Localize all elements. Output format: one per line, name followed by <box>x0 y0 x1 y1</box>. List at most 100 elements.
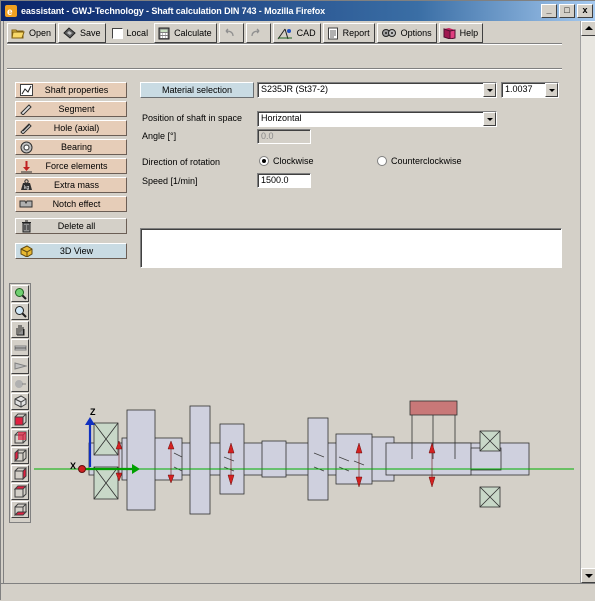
zoom-fit-button[interactable] <box>11 285 29 302</box>
shaft-properties-label: Shaft properties <box>44 85 109 95</box>
chevron-down-icon[interactable] <box>545 83 558 97</box>
speed-input[interactable]: 1500.0 <box>257 173 311 188</box>
shaft-hub[interactable] <box>261 440 287 478</box>
minimize-button[interactable]: _ <box>541 4 557 18</box>
clockwise-radio-dot[interactable] <box>259 156 269 166</box>
view-top-icon <box>13 485 27 498</box>
view-right-icon <box>14 467 26 480</box>
material-number-select[interactable]: 1.0037 <box>501 82 559 98</box>
shaft-hub[interactable] <box>219 423 245 495</box>
message-area[interactable] <box>140 228 562 268</box>
force-elements-button[interactable]: Force elements <box>15 158 127 174</box>
view-3-button[interactable] <box>11 375 29 392</box>
pan-button[interactable] <box>11 321 29 338</box>
cube-3d-icon <box>20 245 32 257</box>
shaft-hub[interactable] <box>307 417 329 501</box>
speed-label: Speed [1/min] <box>142 176 198 186</box>
z-axis-label: Z <box>90 407 96 417</box>
calculate-label: Calculate <box>174 28 212 38</box>
undo-button[interactable] <box>218 23 244 43</box>
chart-icon <box>19 84 33 96</box>
view-3d-button[interactable]: 3D View <box>15 243 127 259</box>
calculator-icon <box>158 27 170 39</box>
eassistant-logo-icon: e <box>5 5 17 18</box>
view-iso-button[interactable] <box>11 393 29 410</box>
view-bottom-button[interactable] <box>11 501 29 518</box>
chevron-down-icon[interactable] <box>483 112 496 126</box>
position-select[interactable]: Horizontal <box>257 111 497 127</box>
force-elements-label: Force elements <box>45 161 108 171</box>
open-button[interactable]: Open <box>7 23 57 43</box>
view-left-button[interactable] <box>11 447 29 464</box>
local-checkbox-box[interactable] <box>111 27 123 39</box>
close-button[interactable]: x <box>577 4 593 18</box>
redo-button[interactable] <box>245 23 271 43</box>
shaft-hub[interactable] <box>126 409 156 511</box>
calculate-button[interactable]: Calculate <box>154 23 217 43</box>
hole-axial-label: Hole (axial) <box>53 123 100 133</box>
shaft-hub[interactable] <box>189 405 211 515</box>
options-icon <box>381 29 396 37</box>
scroll-up-button[interactable] <box>581 21 595 36</box>
x-axis-label: X <box>70 461 76 471</box>
notch-effect-label: Notch effect <box>52 199 101 209</box>
bearing-label: Bearing <box>60 142 93 152</box>
force-arrow[interactable] <box>428 476 436 488</box>
cad-label: CAD <box>296 28 316 38</box>
bearing-button[interactable]: Bearing <box>15 139 127 155</box>
segment-icon <box>20 104 32 115</box>
delete-all-button[interactable]: Delete all <box>15 218 127 234</box>
maximize-button[interactable]: □ <box>559 4 575 18</box>
shaft-properties-button[interactable]: Shaft properties <box>15 82 127 98</box>
view-front-button[interactable] <box>11 411 29 428</box>
view-right-button[interactable] <box>11 465 29 482</box>
material-selection-button[interactable]: Material selection <box>140 82 254 98</box>
hole-axial-button[interactable]: Hole (axial) <box>15 120 127 136</box>
help-button[interactable]: Help <box>438 23 484 43</box>
options-button[interactable]: Options <box>376 23 437 43</box>
view-top-button[interactable] <box>11 483 29 500</box>
shaft-hub[interactable] <box>385 442 472 476</box>
pan-hand-icon <box>16 325 25 336</box>
origin-point <box>78 465 86 473</box>
view-1-button[interactable] <box>11 339 29 356</box>
report-label: Report <box>342 28 370 38</box>
toolbar-separator <box>7 43 562 45</box>
counterclockwise-radio[interactable]: Counterclockwise <box>377 156 462 166</box>
z-axis-arrow-icon <box>85 417 95 425</box>
zoom-icon <box>14 306 27 318</box>
weight-icon: kg <box>20 179 32 191</box>
vertical-scrollbar[interactable] <box>580 21 595 583</box>
material-select[interactable]: S235JR (St37-2) <box>257 82 497 98</box>
angle-label: Angle [°] <box>142 131 177 141</box>
main-toolbar: Open Save Local Calculate CAD Report Opt… <box>7 22 485 44</box>
content-separator <box>7 68 562 70</box>
chevron-down-icon[interactable] <box>483 83 496 97</box>
shaft-drawing[interactable]: Z X <box>34 371 574 541</box>
status-bar <box>1 583 595 601</box>
view-front-icon <box>14 413 26 426</box>
view-2-button[interactable] <box>11 357 29 374</box>
cad-button[interactable]: CAD <box>272 23 321 43</box>
scroll-down-button[interactable] <box>581 568 595 583</box>
undo-icon <box>225 28 234 37</box>
clockwise-radio[interactable]: Clockwise <box>259 156 314 166</box>
rotation-label: Direction of rotation <box>142 157 221 167</box>
counterclockwise-radio-dot[interactable] <box>377 156 387 166</box>
notch-effect-button[interactable]: Notch effect <box>15 196 127 212</box>
help-book-icon <box>443 28 456 39</box>
segment-button[interactable]: Segment <box>15 101 127 117</box>
shaft-hub[interactable] <box>335 433 373 485</box>
report-icon <box>327 27 338 39</box>
force-element-block[interactable] <box>409 400 458 416</box>
report-button[interactable]: Report <box>322 23 375 43</box>
save-button[interactable]: Save <box>58 23 106 43</box>
zoom-button[interactable] <box>11 303 29 320</box>
view-3d-label: 3D View <box>59 246 94 256</box>
local-checkbox[interactable]: Local <box>108 23 153 43</box>
angle-input[interactable]: 0.0 <box>257 129 311 144</box>
extra-mass-button[interactable]: kg Extra mass <box>15 177 127 193</box>
view-2-icon <box>14 361 27 370</box>
view-bottom-icon <box>13 503 27 516</box>
view-back-button[interactable] <box>11 429 29 446</box>
